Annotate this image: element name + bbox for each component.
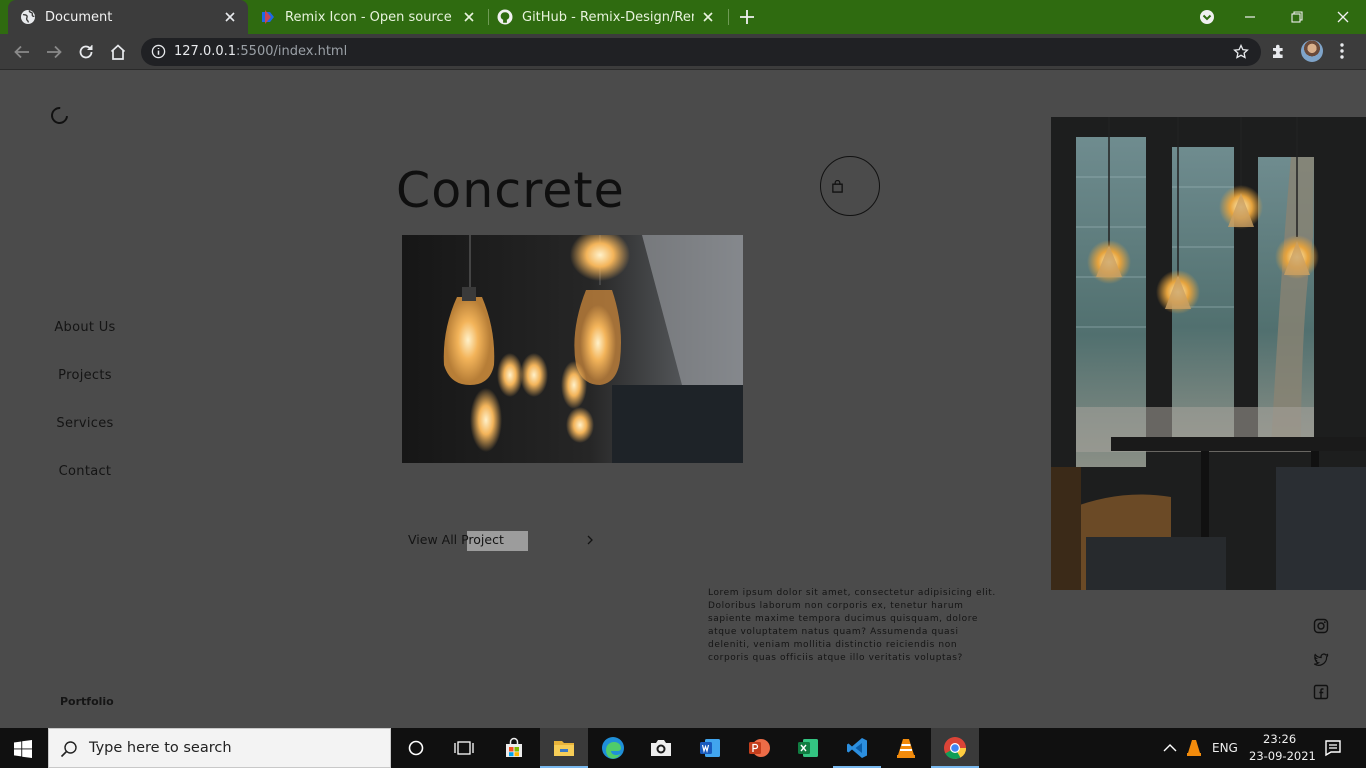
camera-icon[interactable] [637,728,685,768]
arrow-right-icon[interactable] [583,533,597,547]
powerpoint-icon[interactable] [735,728,783,768]
cart-button[interactable] [820,156,880,216]
close-window-icon[interactable] [1332,6,1354,28]
nav-services[interactable]: Services [0,416,170,431]
edge-icon[interactable] [589,728,637,768]
nav-about-us[interactable]: About Us [0,320,170,335]
word-icon[interactable] [686,728,734,768]
facebook-icon[interactable] [1313,684,1329,700]
tab-title: GitHub - Remix-Design/RemixIco [522,9,694,25]
task-view-icon[interactable] [440,728,488,768]
close-tab-icon[interactable] [222,9,238,25]
description-text: Lorem ipsum dolor sit amet, consectetur … [708,588,996,663]
clock-time[interactable]: 23:26 [1263,732,1296,746]
url-host: 127.0.0.1 [174,44,237,59]
minimize-icon[interactable] [1239,6,1261,28]
cortana-icon[interactable] [392,728,440,768]
bookmark-star-icon[interactable] [1233,44,1249,60]
tab-separator [728,9,729,25]
browser-toolbar: 127.0.0.1:5500/index.html [0,34,1366,70]
home-icon[interactable] [107,41,129,63]
bulbs-photo [402,235,743,463]
reload-icon[interactable] [75,41,97,63]
taskbar-search-box[interactable]: Type here to search [48,728,391,768]
excel-icon[interactable] [784,728,832,768]
notification-center-icon[interactable] [1324,739,1342,757]
loader-spinner-icon [47,103,72,128]
file-explorer-icon[interactable] [540,728,588,768]
chrome-icon[interactable] [931,728,979,768]
windows-start-icon[interactable] [14,740,32,758]
nav-projects[interactable]: Projects [0,368,170,383]
close-tab-icon[interactable] [461,9,477,25]
url-path: :5500/index.html [236,44,348,59]
profile-avatar[interactable] [1301,40,1323,62]
windows-taskbar: Type here to search ENG 23:26 23-09-2021 [0,728,1366,768]
address-bar[interactable]: 127.0.0.1:5500/index.html [141,38,1261,66]
tab-strip: Document Remix Icon - Open source icon l… [0,0,1366,34]
tab-remix-icon[interactable]: Remix Icon - Open source icon lib [258,0,483,34]
shopping-bag-icon [831,179,843,193]
vlc-tray-icon[interactable] [1186,739,1202,757]
cafe-interior-photo [1051,117,1366,590]
footer-brand: Portfolio [60,695,114,708]
restore-icon[interactable] [1286,6,1308,28]
language-indicator[interactable]: ENG [1212,741,1238,755]
tab-search-icon[interactable] [1196,6,1218,28]
github-icon [497,9,513,25]
globe-icon [21,10,35,24]
instagram-icon[interactable] [1313,618,1329,634]
info-icon[interactable] [151,44,166,59]
tab-title: Document [45,9,113,25]
extensions-puzzle-icon[interactable] [1270,42,1288,60]
web-page: Concrete About Us Projects Services Cont… [0,70,1366,728]
tab-title: Remix Icon - Open source icon lib [285,9,455,25]
search-placeholder: Type here to search [89,740,232,756]
store-icon[interactable] [490,728,538,768]
forward-icon[interactable] [43,41,65,63]
close-tab-icon[interactable] [700,9,716,25]
view-all-projects-link[interactable]: View All Project [408,532,504,547]
page-title: Concrete [396,162,625,219]
vscode-icon[interactable] [833,728,881,768]
new-tab-icon[interactable] [738,8,756,26]
tab-github[interactable]: GitHub - Remix-Design/RemixIco [497,0,722,34]
nav-contact[interactable]: Contact [0,464,170,479]
twitter-icon[interactable] [1313,651,1329,667]
remix-icon-logo [262,10,274,24]
url-text: 127.0.0.1:5500/index.html [174,44,347,59]
search-icon [60,741,77,758]
chevron-up-icon[interactable] [1163,742,1177,754]
clock-date[interactable]: 23-09-2021 [1249,749,1316,763]
tab-separator [488,9,489,25]
browser-menu-icon[interactable] [1338,42,1346,60]
vlc-icon[interactable] [882,728,930,768]
tab-document[interactable]: Document [8,0,248,34]
back-icon[interactable] [11,41,33,63]
